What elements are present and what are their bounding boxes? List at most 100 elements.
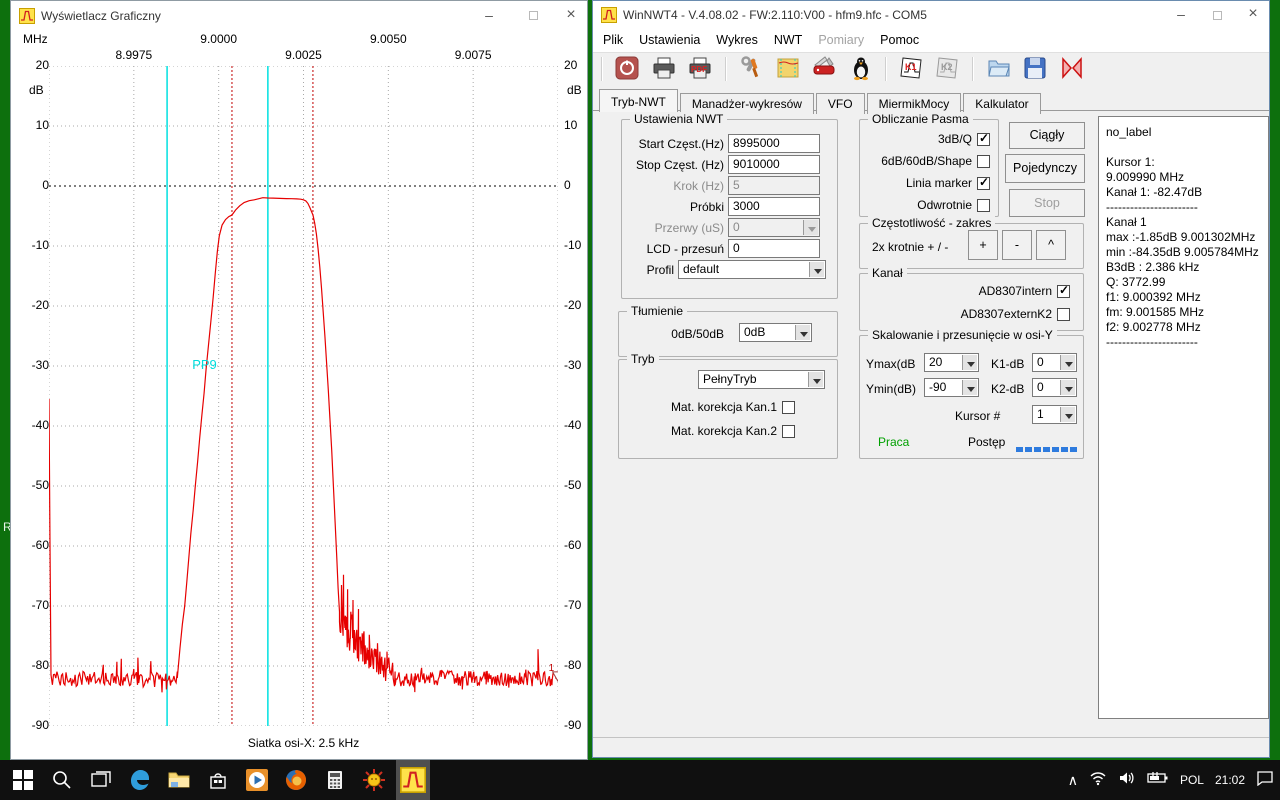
swiss-knife-icon[interactable] <box>809 55 839 83</box>
tryb-checkbox-mat-korekcja-kan-1[interactable] <box>782 401 795 414</box>
chevron-down-icon[interactable] <box>795 325 810 340</box>
open-folder-icon[interactable] <box>984 55 1014 83</box>
volume-icon[interactable] <box>1118 770 1136 791</box>
minimize-button[interactable]: – <box>471 1 507 31</box>
clock[interactable]: 21:02 <box>1215 773 1245 787</box>
kanal-checkbox-ad8307externk2[interactable] <box>1057 308 1070 321</box>
ymin-combo[interactable]: -90 <box>924 378 979 397</box>
chevron-down-icon[interactable] <box>1060 407 1075 422</box>
media-player-icon[interactable] <box>244 767 270 793</box>
pasmo-checkbox-linia-marker[interactable] <box>977 177 990 190</box>
store-icon[interactable] <box>205 767 231 793</box>
maximize-button[interactable] <box>1199 1 1235 29</box>
y-tick-left: -30 <box>13 358 49 372</box>
taskbar-active-app-winnwt[interactable] <box>396 760 430 800</box>
menu-ustawienia[interactable]: Ustawienia <box>631 29 708 51</box>
tools-icon[interactable] <box>736 55 766 83</box>
save-icon[interactable] <box>1020 55 1050 83</box>
chevron-down-icon[interactable] <box>962 355 977 370</box>
pdf-print-icon[interactable]: PDF <box>685 55 715 83</box>
field-label: Stop Częst. (Hz) <box>626 158 724 172</box>
close-button[interactable]: × <box>553 1 589 31</box>
stop-button: Stop <box>1009 189 1085 217</box>
x-tick: 9.0050 <box>363 32 413 46</box>
attenuator-combo[interactable]: 0dB <box>739 323 812 342</box>
k1-curve-icon[interactable]: K1 <box>897 55 927 83</box>
y-tick-left: -60 <box>13 538 49 552</box>
language-indicator[interactable]: POL <box>1180 773 1204 787</box>
y-tick-left: -40 <box>13 418 49 432</box>
kursor-combo[interactable]: 1 <box>1032 405 1077 424</box>
task-view-icon[interactable] <box>88 767 114 793</box>
tab-tryb-nwt[interactable]: Tryb-NWT <box>599 89 678 112</box>
info-panel-line: Kanał 1 <box>1106 215 1261 230</box>
power-icon[interactable] <box>612 55 642 83</box>
delete-sweep-icon[interactable] <box>1057 55 1087 83</box>
menu-nwt[interactable]: NWT <box>766 29 810 51</box>
firefox-icon[interactable] <box>283 767 309 793</box>
ciągły-button[interactable]: Ciągły <box>1009 122 1085 149</box>
field-pr-bki[interactable]: 3000 <box>728 197 820 216</box>
group-title: Skalowanie i przesunięcie w osi-Y <box>868 328 1057 342</box>
k2-combo[interactable]: 0 <box>1032 378 1077 397</box>
tab-vfo[interactable]: VFO <box>816 93 865 114</box>
pasmo-checkbox-3db-q[interactable] <box>977 133 990 146</box>
field-stop-cz-st-hz-[interactable]: 9010000 <box>728 155 820 174</box>
wifi-icon[interactable] <box>1089 770 1107 791</box>
chevron-down-icon[interactable] <box>809 262 824 277</box>
app-icon <box>19 8 35 24</box>
pasmo-checkbox-6db-60db-shape[interactable] <box>977 155 990 168</box>
field-start-cz-st-hz-[interactable]: 8995000 <box>728 134 820 153</box>
menu-wykres[interactable]: Wykres <box>708 29 766 51</box>
main-window-titlebar[interactable]: WinNWT4 - V.4.08.02 - FW:2.110:V00 - hfm… <box>593 1 1269 29</box>
info-panel-line: f2: 9.002778 MHz <box>1106 320 1261 335</box>
battery-icon[interactable] <box>1147 770 1169 791</box>
field-lcd-przesu-[interactable]: 0 <box>728 239 820 258</box>
kanal-checkbox-ad8307intern[interactable] <box>1057 285 1070 298</box>
tryb-combo[interactable]: PełnyTryb <box>698 370 825 389</box>
chevron-down-icon[interactable] <box>962 380 977 395</box>
edge-icon[interactable] <box>127 767 153 793</box>
kursor-label: Kursor # <box>955 409 1000 423</box>
start-button[interactable] <box>10 767 36 793</box>
minimize-button[interactable]: – <box>1163 1 1199 29</box>
freq-plus-button[interactable]: + <box>968 230 998 260</box>
tab-manadżer-wykresów[interactable]: Manadżer-wykresów <box>680 93 814 114</box>
maximize-button[interactable] <box>515 1 551 31</box>
pojedynczy-button[interactable]: Pojedynczy <box>1005 154 1085 183</box>
freq-up-button[interactable]: ^ <box>1036 230 1066 260</box>
calculator-icon[interactable] <box>322 767 348 793</box>
chevron-down-icon[interactable] <box>808 372 823 387</box>
tux-icon[interactable] <box>846 55 876 83</box>
field-profil[interactable]: default <box>678 260 826 279</box>
chevron-down-icon[interactable] <box>1060 380 1075 395</box>
chevron-down-icon[interactable] <box>1060 355 1075 370</box>
close-button[interactable]: × <box>1235 1 1271 29</box>
freq-minus-button[interactable]: - <box>1002 230 1032 260</box>
ymax-combo[interactable]: 20 <box>924 353 979 372</box>
k2-curve-icon[interactable]: K2 <box>933 55 963 83</box>
field-label: Próbki <box>626 200 724 214</box>
tab-miermikmocy[interactable]: MiermikMocy <box>867 93 962 114</box>
pasmo-checkbox-odwrotnie[interactable] <box>977 199 990 212</box>
sun-app-icon[interactable] <box>361 767 387 793</box>
info-panel-line: f1: 9.000392 MHz <box>1106 290 1261 305</box>
tray-chevron-icon[interactable]: ∧ <box>1068 772 1078 789</box>
print-icon[interactable] <box>649 55 679 83</box>
file-explorer-icon[interactable] <box>166 767 192 793</box>
postep-label: Postęp <box>968 435 1005 449</box>
menu-pomoc[interactable]: Pomoc <box>872 29 927 51</box>
action-center-icon[interactable] <box>1256 770 1274 791</box>
cursor-number-label: 1 <box>549 663 555 674</box>
k1-combo[interactable]: 0 <box>1032 353 1077 372</box>
tab-kalkulator[interactable]: Kalkulator <box>963 93 1040 114</box>
graph-window-titlebar[interactable]: Wyświetlacz Graficzny – × <box>11 1 587 31</box>
taskbar: ∧ POL 21:02 <box>0 760 1280 800</box>
menu-plik[interactable]: Plik <box>595 29 631 51</box>
tryb-checkbox-mat-korekcja-kan-2[interactable] <box>782 425 795 438</box>
search-icon[interactable] <box>49 767 75 793</box>
graph-display-icon[interactable] <box>773 55 803 83</box>
plot-canvas[interactable]: PP91 <box>49 66 558 726</box>
app-icon <box>601 7 617 23</box>
group-kanal: Kanał AD8307internAD8307externK2 <box>859 273 1084 331</box>
